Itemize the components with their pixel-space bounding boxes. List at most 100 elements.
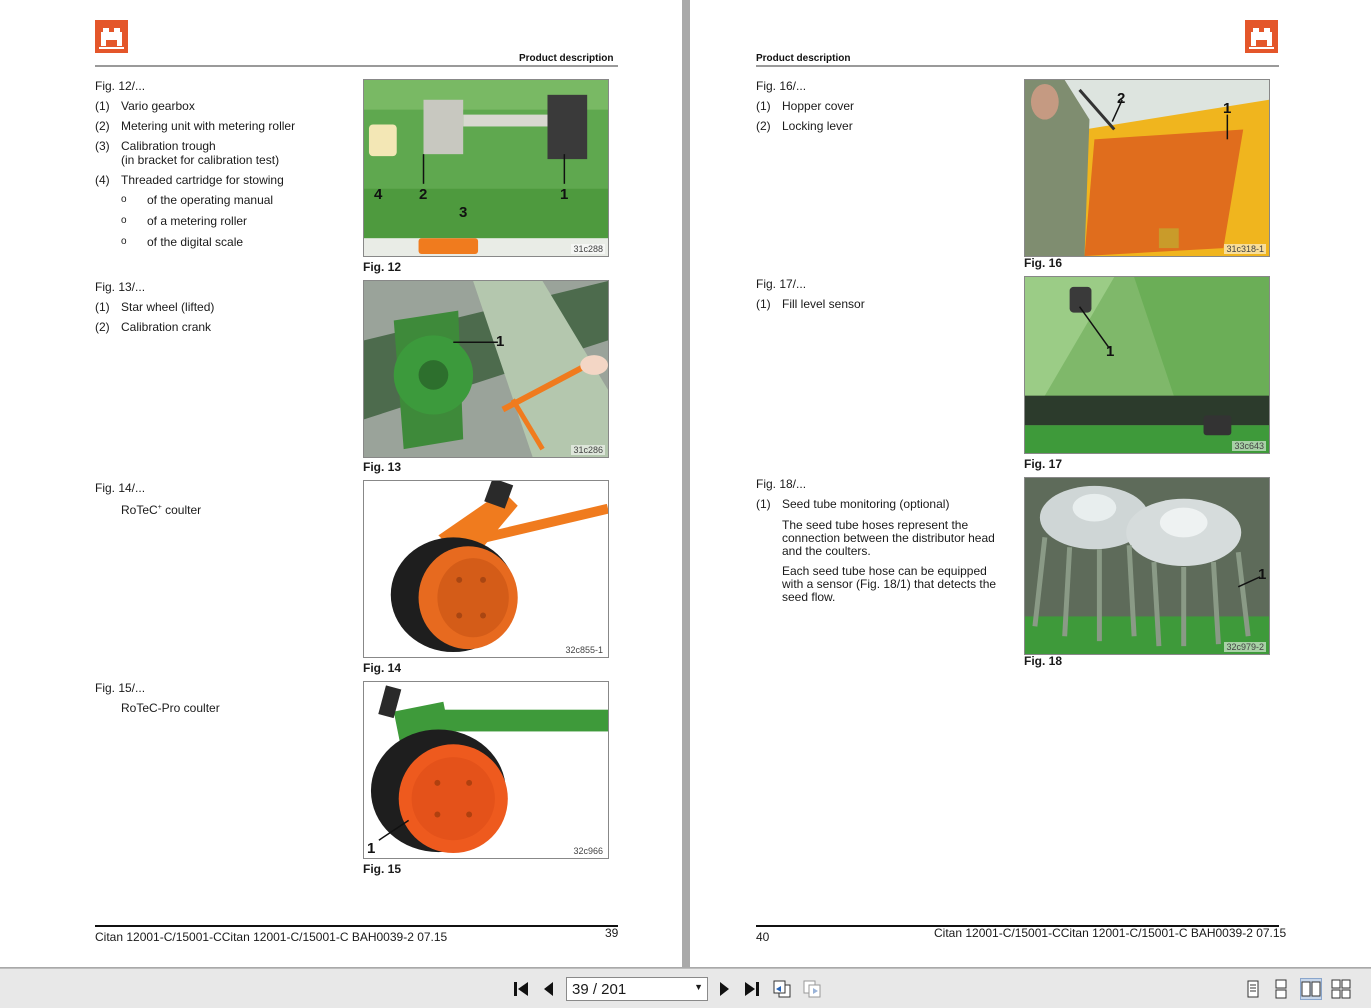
next-page-button[interactable] <box>713 978 735 1000</box>
fig15-image: 1 32c966 <box>363 681 609 859</box>
legend-subitem: o of the operating manual <box>95 193 355 207</box>
previous-page-icon <box>544 982 553 996</box>
continuous-facing-view-button[interactable] <box>1330 978 1352 1000</box>
page-header: Product description <box>756 53 851 64</box>
legend-text: RoTeC+ coulter <box>95 501 355 517</box>
previous-page-button[interactable] <box>538 978 560 1000</box>
fig18-legend: Fig. 18/... (1) Seed tube monitoring (opt… <box>756 477 1006 610</box>
callout-label: 1 <box>367 840 376 857</box>
item-text: Hopper cover <box>782 99 855 113</box>
footer-rule <box>95 925 618 927</box>
fig-ref: Fig. 16/... <box>756 79 807 93</box>
star-wheel-photo <box>364 281 608 457</box>
bullet: o <box>121 194 127 205</box>
fig-ref: Fig. 15/... <box>95 681 146 695</box>
footer-document-id: Citan 12001-C/15001-CCitan 12001-C/15001… <box>934 926 1287 940</box>
item-number: (2) <box>756 119 771 133</box>
figure-code: 31c288 <box>571 244 605 254</box>
legend-item: (1) Star wheel (lifted) <box>95 300 355 314</box>
single-page-view-icon <box>1247 980 1259 998</box>
page-number: 39 <box>605 926 619 940</box>
item-number: (4) <box>95 173 110 187</box>
legend-item: (2) Locking lever <box>756 119 1006 133</box>
fig14-image: 32c855-1 <box>363 480 609 658</box>
seed-tube-monitoring-photo <box>1025 478 1269 654</box>
continuous-facing-view-icon <box>1331 979 1351 999</box>
fig15-legend: Fig. 15/... RoTeC-Pro coulter <box>95 681 355 721</box>
fig16-legend: Fig. 16/... (1) Hopper cover (2) Locking l… <box>756 79 1006 139</box>
fig17-legend: Fig. 17/... (1) Fill level sensor <box>756 277 1006 317</box>
go-back-button[interactable] <box>771 978 793 1000</box>
page-39: Product description Fig. 12/... (1) Vario… <box>0 0 682 967</box>
header-rule <box>756 65 1279 67</box>
last-page-icon <box>745 982 759 996</box>
item-text: Seed tube monitoring (optional) <box>782 497 950 511</box>
bullet: o <box>121 215 127 226</box>
page-number-input[interactable]: 39 / 201 ▼ <box>566 977 708 1001</box>
amazone-logo-icon <box>1245 20 1278 53</box>
legend-item: (2) Calibration crank <box>95 320 355 334</box>
last-page-button[interactable] <box>741 978 763 1000</box>
callout-label: 1 <box>560 186 569 203</box>
facing-pages-view-button[interactable] <box>1300 978 1322 1000</box>
continuous-view-button[interactable] <box>1270 978 1292 1000</box>
description-paragraph: Each seed tube hose can be equipped with… <box>782 564 997 604</box>
fig-ref: Fig. 13/... <box>95 280 146 294</box>
item-text: Fill level sensor <box>782 297 865 311</box>
amazone-logo <box>1245 20 1278 53</box>
callout-label: 3 <box>459 204 468 221</box>
navigation-toolbar: 39 / 201 ▼ <box>0 968 1371 1008</box>
go-back-icon <box>773 980 791 998</box>
subitem-text: of a metering roller <box>147 214 248 228</box>
callout-label: 1 <box>1223 100 1232 117</box>
description-paragraph: The seed tube hoses represent the connec… <box>782 518 995 558</box>
next-page-icon <box>720 982 729 996</box>
document-viewer[interactable]: Product description Fig. 12/... (1) Vario… <box>0 0 1371 968</box>
figure-code: 31c286 <box>571 445 605 455</box>
amazone-logo-icon <box>95 20 128 53</box>
fill-level-sensor-photo <box>1025 277 1269 453</box>
legend-item: (1) Fill level sensor <box>756 297 1006 311</box>
legend-item: (1) Vario gearbox <box>95 99 355 113</box>
figure-code: 33c643 <box>1232 441 1266 451</box>
go-forward-button[interactable] <box>801 978 823 1000</box>
go-forward-icon <box>803 980 821 998</box>
fig14-legend: Fig. 14/... RoTeC+ coulter <box>95 481 355 523</box>
figure-caption: Fig. 16 <box>1024 256 1063 270</box>
item-number: (1) <box>95 300 110 314</box>
figure-caption: Fig. 14 <box>363 661 402 675</box>
item-number: (1) <box>756 297 771 311</box>
figure-caption: Fig. 17 <box>1024 457 1063 471</box>
continuous-view-icon <box>1275 979 1287 999</box>
callout-label: 2 <box>1117 90 1126 107</box>
item-text-line: Calibration trough <box>121 139 216 153</box>
item-text: Star wheel (lifted) <box>121 300 215 314</box>
amazone-logo <box>95 20 128 53</box>
first-page-icon <box>514 982 528 996</box>
legend-item: (4) Threaded cartridge for stowing <box>95 173 355 187</box>
legend-item: (1) Seed tube monitoring (optional) <box>756 497 1006 511</box>
item-number: (3) <box>95 139 110 153</box>
item-text: Calibration trough (in bracket for calibr… <box>121 139 355 167</box>
single-page-view-button[interactable] <box>1242 978 1264 1000</box>
header-rule <box>95 65 618 67</box>
fig16-image: 2 1 31c318-1 <box>1024 79 1270 257</box>
fig12-legend: Fig. 12/... (1) Vario gearbox (2) Metering… <box>95 79 355 256</box>
first-page-button[interactable] <box>510 978 532 1000</box>
figure-caption: Fig. 13 <box>363 460 402 474</box>
legend-item: (2) Metering unit with metering roller <box>95 119 355 133</box>
callout-label: 1 <box>496 333 505 350</box>
fig13-image: 1 31c286 <box>363 280 609 458</box>
figure-caption: Fig. 12 <box>363 260 402 274</box>
fig13-legend: Fig. 13/... (1) Star wheel (lifted) (2) Ca… <box>95 280 355 340</box>
figure-code: 32c966 <box>571 846 605 856</box>
figure-code: 32c979-2 <box>1224 642 1266 652</box>
callout-label: 2 <box>419 186 428 203</box>
fig-ref: Fig. 18/... <box>756 477 807 491</box>
hopper-cover-photo <box>1025 80 1269 256</box>
item-number: (1) <box>95 99 110 113</box>
fig-ref: Fig. 14/... <box>95 481 146 495</box>
item-number: (1) <box>756 497 771 511</box>
subitem-text: of the operating manual <box>147 193 274 207</box>
chevron-down-icon[interactable]: ▼ <box>694 982 703 992</box>
